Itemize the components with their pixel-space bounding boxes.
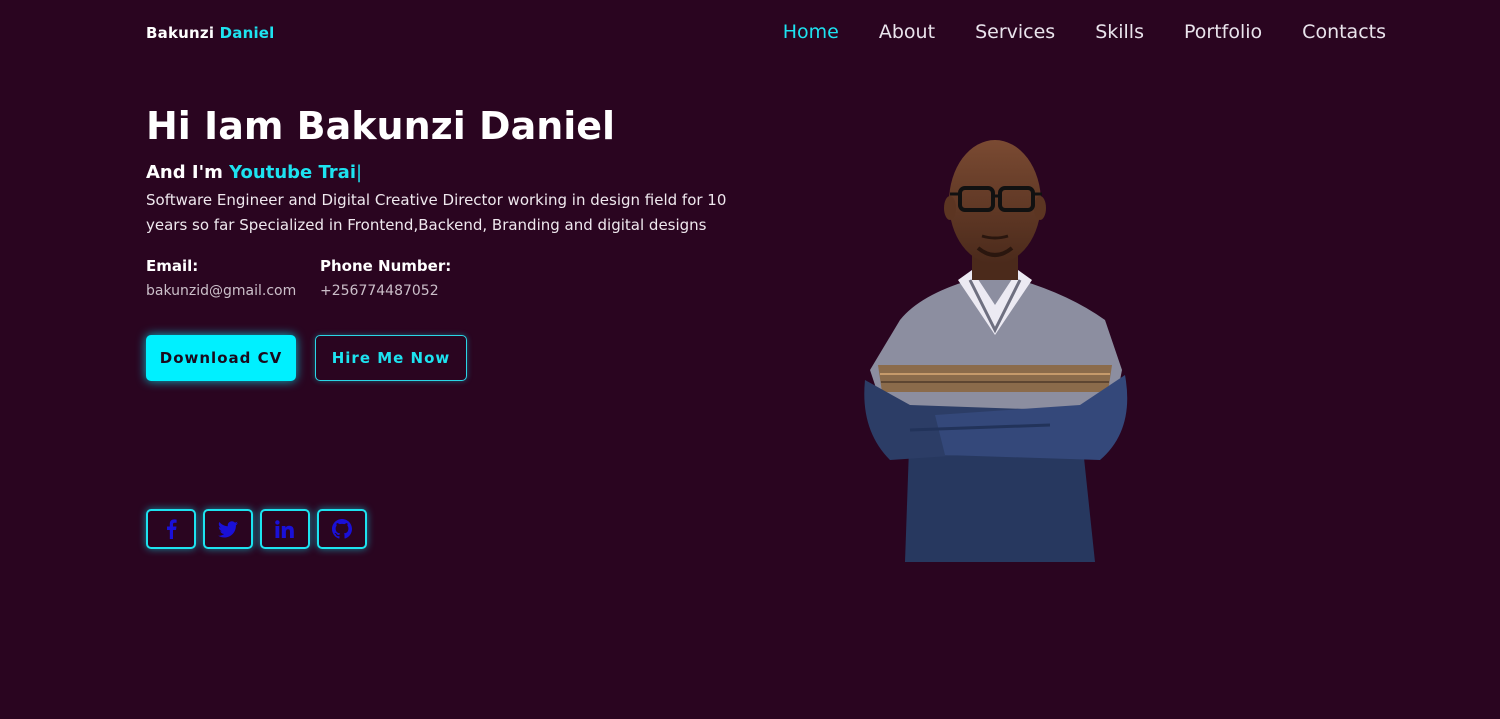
logo-first-name: Bakunzi xyxy=(146,24,215,42)
github-link[interactable] xyxy=(317,509,367,549)
profile-photo xyxy=(864,140,1128,562)
phone-info: Phone Number: +256774487052 xyxy=(320,257,451,299)
hire-me-button[interactable]: Hire Me Now xyxy=(315,335,467,381)
download-cv-button[interactable]: Download CV xyxy=(146,335,296,381)
twitter-link[interactable] xyxy=(203,509,253,549)
typing-caret: | xyxy=(356,162,363,183)
hero-description: Software Engineer and Digital Creative D… xyxy=(146,191,727,234)
linkedin-icon xyxy=(275,520,294,538)
main-nav: Home About Services Skills Portfolio Con… xyxy=(783,21,1386,43)
email-label: Email: xyxy=(146,257,199,275)
email-info: Email: bakunzid@gmail.com xyxy=(146,257,296,299)
hero-title: Hi Iam Bakunzi Daniel xyxy=(146,104,616,148)
nav-item-skills[interactable]: Skills xyxy=(1095,21,1144,43)
twitter-icon xyxy=(218,520,238,537)
social-links xyxy=(146,509,367,549)
github-icon xyxy=(332,519,352,539)
linkedin-link[interactable] xyxy=(260,509,310,549)
nav-item-portfolio[interactable]: Portfolio xyxy=(1184,21,1262,43)
page: Bakunzi Daniel Home About Services Skill… xyxy=(0,0,1500,719)
phone-value: +256774487052 xyxy=(320,283,439,299)
facebook-link[interactable] xyxy=(146,509,196,549)
facebook-icon xyxy=(167,519,177,539)
hero-subtitle-prefix: And I'm xyxy=(146,162,223,183)
logo-last-name: Daniel xyxy=(219,24,275,42)
site-logo[interactable]: Bakunzi Daniel xyxy=(146,24,275,42)
email-value: bakunzid@gmail.com xyxy=(146,283,297,299)
typed-role-text: Youtube Trai xyxy=(229,162,356,183)
phone-label: Phone Number: xyxy=(320,257,452,275)
nav-item-services[interactable]: Services xyxy=(975,21,1055,43)
nav-item-home[interactable]: Home xyxy=(783,21,839,43)
hero-subtitle: And I'm Youtube Trai| xyxy=(146,162,362,183)
nav-item-about[interactable]: About xyxy=(879,21,935,43)
nav-item-contacts[interactable]: Contacts xyxy=(1302,21,1386,43)
